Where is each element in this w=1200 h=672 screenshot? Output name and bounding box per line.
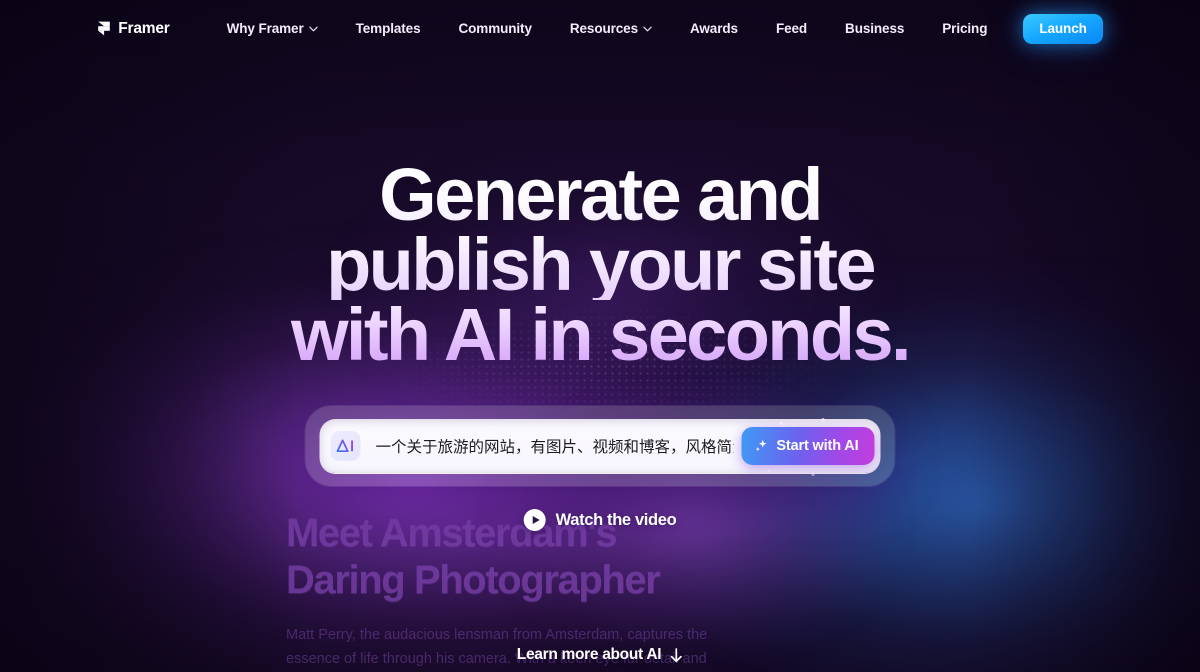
headline-line-3: with AI in seconds. [0, 298, 1200, 372]
headline-line-2: publish your site [0, 228, 1200, 302]
prompt-input-bar[interactable]: 一个关于旅游的网站，有图片、视频和博客，风格简洁明 Start with AI [319, 419, 881, 473]
chevron-down-icon [308, 26, 318, 32]
start-with-ai-label: Start with AI [776, 438, 859, 454]
nav-item-resources[interactable]: Resources [570, 21, 652, 36]
nav-label-feed: Feed [775, 21, 808, 36]
watch-video-button[interactable]: Watch the video [523, 509, 677, 531]
headline-line-1: Generate and [0, 158, 1200, 232]
nav-label-business: Business [845, 21, 905, 36]
chevron-down-icon [643, 26, 652, 32]
framer-landing-page: Meet Amsterdam's Daring Photographer Mat… [0, 0, 1200, 672]
learn-more-about-ai-button[interactable]: Learn more about AI [517, 646, 683, 664]
nav-label-resources: Resources [569, 21, 638, 36]
sparkle-speck [821, 418, 824, 421]
top-navigation-bar: Framer Why Framer Templates Community Re… [0, 0, 1200, 57]
nav-inner: Framer Why Framer Templates Community Re… [97, 13, 1103, 44]
launch-button[interactable]: Launch [1023, 13, 1103, 44]
sparkle-speck [767, 469, 770, 472]
sparkle-speck [811, 473, 815, 476]
nav-label-templates: Templates [355, 21, 421, 36]
brand-name: Framer [118, 19, 170, 37]
brand-logo[interactable]: Framer [97, 19, 170, 38]
start-with-ai-button[interactable]: Start with AI [741, 427, 875, 465]
hero-section: Generate and publish your site with AI i… [0, 0, 1200, 672]
watch-video-label: Watch the video [555, 510, 677, 529]
nav-label-awards: Awards [690, 21, 738, 36]
nav-item-feed[interactable]: Feed [776, 21, 807, 36]
sparkle-speck [779, 422, 783, 425]
ai-triangle-icon [330, 431, 361, 461]
prompt-bar-container: 一个关于旅游的网站，有图片、视频和博客，风格简洁明 Start with AI [305, 406, 895, 486]
nav-item-awards[interactable]: Awards [690, 21, 738, 36]
nav-item-why-framer[interactable]: Why Framer [227, 21, 318, 36]
nav-label-community: Community [458, 21, 532, 36]
sparkle-icon [754, 439, 768, 453]
hero-headline: Generate and publish your site with AI i… [0, 158, 1200, 372]
nav-item-business[interactable]: Business [845, 21, 904, 36]
nav-item-templates[interactable]: Templates [356, 21, 421, 36]
framer-logo-icon [97, 21, 111, 37]
nav-item-community[interactable]: Community [459, 21, 532, 36]
nav-label-why-framer: Why Framer [226, 21, 304, 36]
play-icon [523, 509, 546, 531]
play-triangle [532, 516, 540, 524]
nav-item-pricing[interactable]: Pricing [942, 21, 987, 36]
prompt-input-value[interactable]: 一个关于旅游的网站，有图片、视频和博客，风格简洁明 [376, 435, 734, 457]
arrow-down-icon [670, 647, 683, 663]
nav-label-pricing: Pricing [942, 21, 988, 36]
learn-more-label: Learn more about AI [516, 646, 662, 663]
